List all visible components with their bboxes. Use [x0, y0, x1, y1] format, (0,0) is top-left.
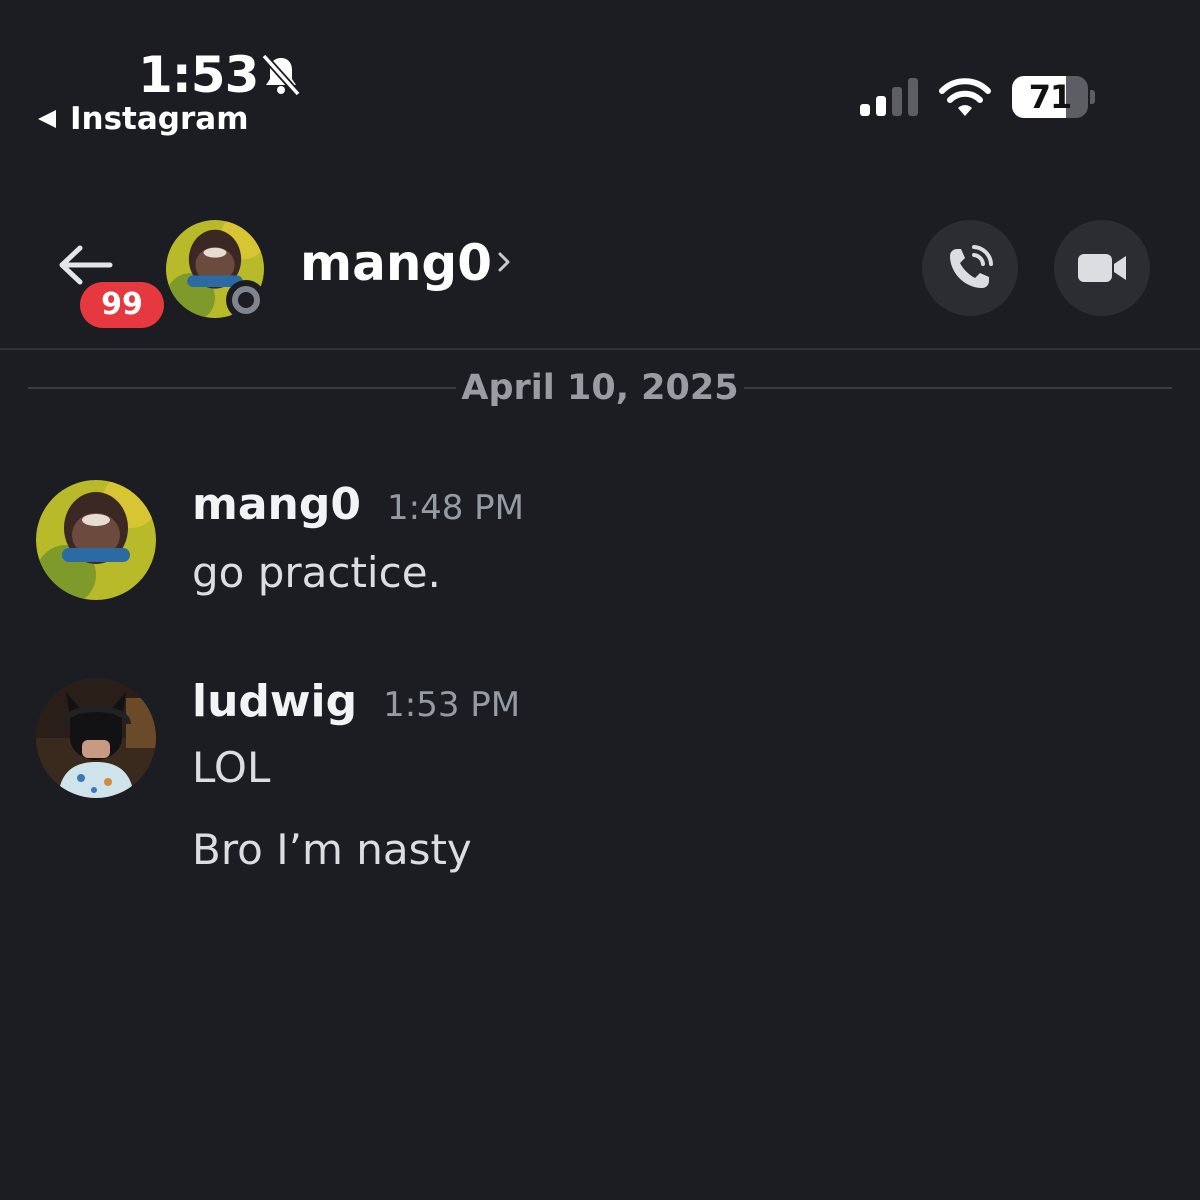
avatar-mang0-image [36, 480, 156, 600]
message-timestamp: 1:53 PM [383, 685, 521, 725]
message-timestamp: 1:48 PM [386, 488, 524, 528]
message-text: go practice. [192, 548, 441, 597]
message-text: LOL [192, 743, 271, 792]
message-avatar-mang0[interactable] [36, 480, 156, 600]
avatar-ludwig-image [36, 678, 156, 798]
bell-slash-icon [261, 53, 301, 97]
voice-call-button[interactable] [922, 220, 1018, 316]
offline-status-indicator [226, 280, 266, 320]
unread-count-badge: 99 [80, 282, 164, 328]
battery-percent: 71 [1028, 78, 1073, 116]
channel-name[interactable]: mang0 [300, 232, 492, 294]
date-divider-line-left [28, 387, 456, 389]
date-divider: April 10, 2025 [461, 368, 739, 408]
signal-icon [860, 78, 918, 116]
video-call-button[interactable] [1054, 220, 1150, 316]
header-divider [0, 348, 1200, 350]
back-to-app-link[interactable]: Instagram [38, 100, 249, 138]
battery-indicator: 71 [1012, 76, 1096, 118]
chevron-right-icon[interactable] [494, 248, 514, 276]
message-text: Bro I’m nasty [192, 825, 472, 874]
video-camera-icon [1078, 254, 1126, 282]
wifi-icon [939, 78, 991, 116]
message-header: mang0 1:48 PM [192, 478, 524, 535]
back-app-label: Instagram [70, 101, 249, 137]
phone-call-icon [950, 245, 993, 288]
status-time: 1:53 [138, 46, 259, 104]
back-triangle-icon [38, 110, 56, 128]
date-divider-line-right [744, 387, 1172, 389]
message-header: ludwig 1:53 PM [192, 675, 520, 732]
message-author[interactable]: mang0 [192, 478, 361, 532]
message-author[interactable]: ludwig [192, 675, 357, 729]
message-avatar-ludwig[interactable] [36, 678, 156, 798]
